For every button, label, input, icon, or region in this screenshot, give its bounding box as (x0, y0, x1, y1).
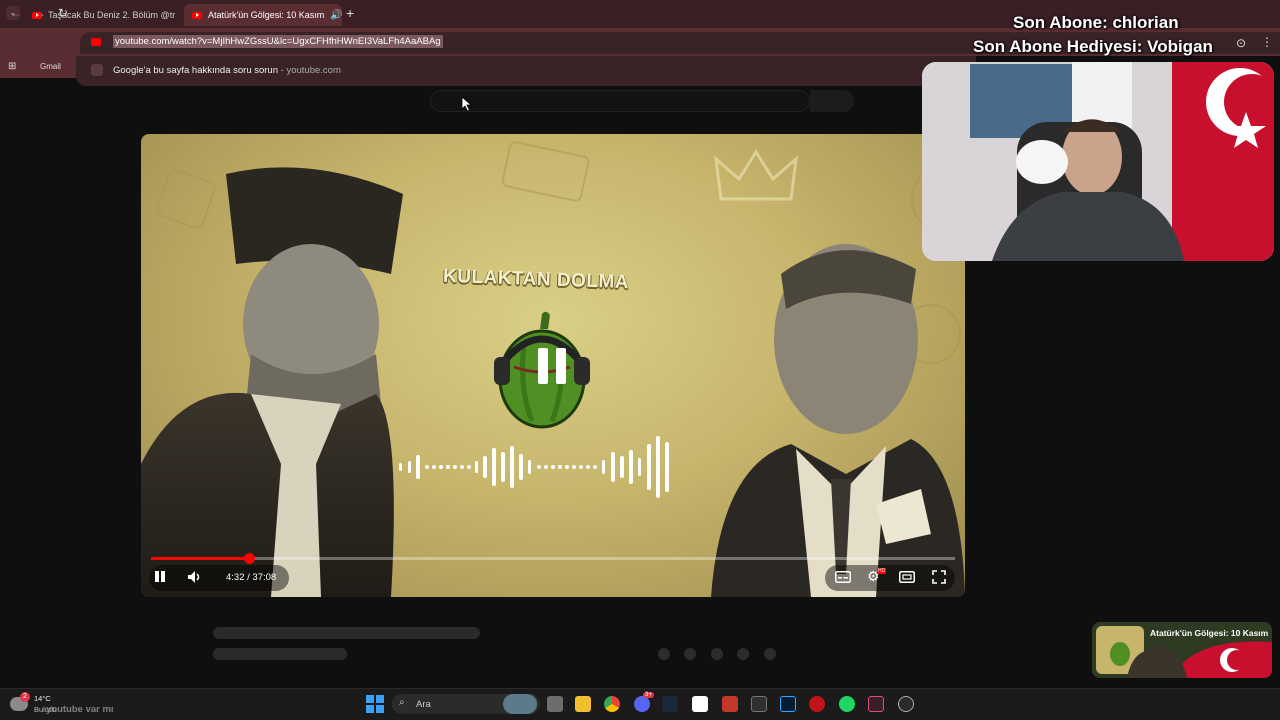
windows-start-icon[interactable] (366, 695, 384, 713)
last-subscriber-label: Son Abone: chlorian (1013, 13, 1179, 32)
forward-icon[interactable]: → (34, 6, 46, 20)
audio-waveform (399, 436, 669, 498)
skeleton-subtitle (213, 648, 347, 660)
app-icon[interactable] (809, 696, 825, 712)
app-icon[interactable] (868, 696, 884, 712)
fullscreen-icon[interactable] (932, 570, 946, 584)
progress-fill (151, 557, 249, 560)
tab-title: Atatürk'ün Gölgesi: 10 Kasım (208, 10, 325, 20)
epic-games-icon[interactable] (751, 696, 767, 712)
discord-badge: 3+ (643, 692, 654, 698)
notification-badge: 2 (20, 692, 30, 702)
doodle-icon (501, 141, 590, 202)
bookmarks-bar: ⊞ Gmail (0, 56, 76, 78)
skeleton-dot (658, 648, 670, 660)
time-display: 4:32 / 37:08 (226, 572, 277, 583)
progress-track[interactable] (151, 557, 955, 560)
portrait-right-image (711, 244, 965, 597)
youtube-search-input[interactable] (430, 90, 810, 112)
channel-brand-title: KULAKTAN DOLMA (442, 265, 630, 294)
close-tab-icon[interactable]: ✕ (175, 10, 180, 21)
now-playing-title: Atatürk'ün Gölgesi: 10 Kasım (1150, 628, 1269, 638)
search-icon: ⌕ (399, 697, 405, 708)
lens-icon (91, 64, 103, 76)
capcut-icon[interactable] (692, 696, 708, 712)
progress-scrubber[interactable] (244, 553, 255, 564)
volume-icon[interactable] (187, 570, 203, 584)
subtitles-icon[interactable] (835, 571, 851, 583)
stream-ticker-text: youtube var mı (46, 704, 114, 715)
hd-badge: HD (877, 568, 887, 574)
skeleton-title (213, 627, 480, 639)
bookmark-gmail[interactable]: Gmail (40, 62, 61, 71)
youtube-favicon-icon (192, 11, 202, 19)
task-view-icon[interactable] (547, 696, 563, 712)
browser-tab-2[interactable]: Atatürk'ün Gölgesi: 10 Kasım 🔊 ✕ (184, 4, 342, 26)
video-player[interactable]: KULAKTAN DOLMA 4:32 / 37:08 ⚙ HD (141, 134, 965, 597)
search-highlight-icon[interactable] (503, 694, 537, 714)
theater-mode-icon[interactable] (899, 571, 915, 583)
site-favicon-icon (91, 38, 101, 46)
webcam-feed (922, 62, 1274, 261)
spotify-icon[interactable] (839, 696, 855, 712)
portrait-left-image (141, 167, 403, 597)
omnibox-suggestion[interactable]: Google'a bu sayfa hakkında soru sorun - … (113, 65, 341, 76)
chrome-icon[interactable] (604, 696, 620, 712)
pause-button[interactable] (155, 570, 167, 584)
skeleton-dot (711, 648, 723, 660)
new-tab-button[interactable]: + (346, 5, 354, 21)
skeleton-dot (684, 648, 696, 660)
app-icon[interactable] (722, 696, 738, 712)
browser-menu-icon[interactable]: ⋮ (1261, 35, 1273, 49)
suggestion-text: Google'a bu sayfa hakkında soru sorun (113, 65, 279, 76)
profile-icon[interactable]: ⊙ (1236, 36, 1246, 50)
discord-icon[interactable] (634, 696, 650, 712)
photoshop-icon[interactable] (780, 696, 796, 712)
weather-temperature: 14°C (34, 694, 51, 703)
file-explorer-icon[interactable] (575, 696, 591, 712)
reload-icon[interactable]: ↻ (58, 6, 68, 20)
back-icon[interactable]: ← (10, 6, 22, 20)
youtube-search-button[interactable] (810, 90, 854, 112)
crown-doodle-icon (714, 149, 798, 201)
suggestion-source: youtube.com (286, 65, 341, 76)
taskbar-search-placeholder: Ara (416, 699, 431, 710)
skeleton-dot (737, 648, 749, 660)
mouse-cursor-icon (461, 96, 473, 112)
apps-grid-icon[interactable]: ⊞ (8, 61, 16, 72)
steam-icon[interactable] (662, 696, 678, 712)
pause-overlay-icon[interactable] (538, 348, 568, 384)
skeleton-dot (764, 648, 776, 660)
audio-icon[interactable]: 🔊 (324, 10, 342, 21)
url-text[interactable]: youtube.com/watch?v=MjIhHwZGssU&lc=UgxCF… (113, 35, 443, 48)
browser-tab-1[interactable]: Taşacak Bu Deniz 2. Bölüm @tr ✕ (24, 4, 180, 26)
obs-icon[interactable] (898, 696, 914, 712)
last-gift-label: Son Abone Hediyesi: Vobigan (973, 37, 1213, 56)
